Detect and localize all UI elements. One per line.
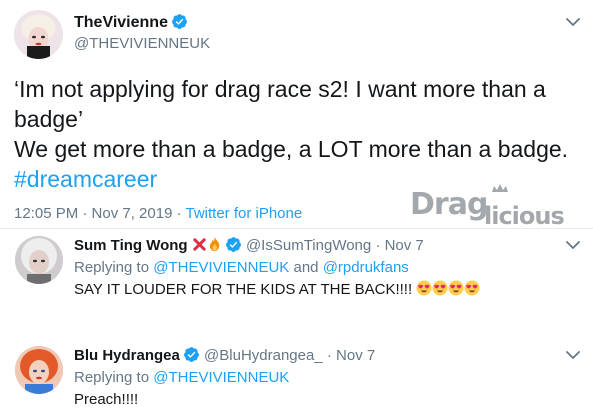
chevron-down-icon[interactable] <box>566 240 582 252</box>
verified-badge-icon <box>171 13 188 30</box>
author-handle[interactable]: @THEVIVIENNEUK <box>74 35 210 52</box>
reply-author-name[interactable]: Blu Hydrangea <box>74 347 180 364</box>
fire-emoji <box>207 236 222 256</box>
svg-text:licious: licious <box>484 202 564 230</box>
reply-header: Blu Hydrangea @BluHydrangea_ · Nov 7 <box>74 346 376 364</box>
author-name[interactable]: TheVivienne <box>74 13 188 32</box>
reply-text: SAY IT LOUDER FOR THE KIDS AT THE BACK!!… <box>74 280 480 300</box>
reply-text: Preach!!!! <box>74 391 139 408</box>
tweet-line: We get more than a badge, a LOT more tha… <box>14 136 569 162</box>
replying-to-line: Replying to @THEVIVIENNEUK <box>74 369 289 386</box>
tweet-line: ‘Im not applying for drag race s2! I wan… <box>14 76 546 102</box>
heart-eyes-emoji <box>416 280 432 300</box>
tweet-meta: 12:05 PM · Nov 7, 2019 · Twitter for iPh… <box>14 205 302 222</box>
cross-mark-emoji <box>192 237 207 256</box>
tweet-text: ‘Im not applying for drag race s2! I wan… <box>14 74 574 194</box>
mention-link[interactable]: @THEVIVIENNEUK <box>153 259 289 276</box>
divider <box>0 228 593 229</box>
reply-author-name[interactable]: Sum Ting Wong <box>74 237 188 254</box>
mention-link[interactable]: @rpdrukfans <box>323 259 409 276</box>
replying-to-label: Replying to <box>74 259 154 276</box>
tweet-source-link[interactable]: Twitter for iPhone <box>185 205 302 222</box>
svg-text:Drag: Drag <box>410 187 487 222</box>
reply-author-handle[interactable]: @BluHydrangea_ <box>204 347 323 364</box>
replying-to-label: Replying to <box>74 369 154 386</box>
avatar-sum-ting-wong[interactable] <box>15 236 63 284</box>
verified-badge-icon <box>225 236 242 253</box>
mention-joiner: and <box>289 259 323 276</box>
reply-date[interactable]: Nov 7 <box>385 237 424 254</box>
heart-eyes-emoji <box>432 280 448 300</box>
reply-text-content: SAY IT LOUDER FOR THE KIDS AT THE BACK!!… <box>74 281 413 298</box>
verified-badge-icon <box>183 346 200 363</box>
avatar-blu-hydrangea[interactable] <box>15 346 63 394</box>
reply-date[interactable]: Nov 7 <box>336 347 375 364</box>
author-display-name[interactable]: TheVivienne <box>74 14 168 31</box>
heart-eyes-emoji <box>448 280 464 300</box>
draglicious-watermark-logo: Drag licious <box>408 180 580 230</box>
chevron-down-icon[interactable] <box>566 17 582 29</box>
tweet-line: badge’ <box>14 106 84 132</box>
heart-eyes-emoji <box>464 280 480 300</box>
avatar-thevivienne[interactable] <box>14 10 63 59</box>
replying-to-line: Replying to @THEVIVIENNEUK and @rpdrukfa… <box>74 259 409 276</box>
reply-header: Sum Ting Wong @IsSumTingWong · Nov 7 <box>74 236 424 256</box>
chevron-down-icon[interactable] <box>566 350 582 362</box>
tweet-timestamp[interactable]: 12:05 PM · Nov 7, 2019 · <box>14 205 185 222</box>
reply-author-handle[interactable]: @IsSumTingWong <box>246 237 371 254</box>
mention-link[interactable]: @THEVIVIENNEUK <box>153 369 289 386</box>
